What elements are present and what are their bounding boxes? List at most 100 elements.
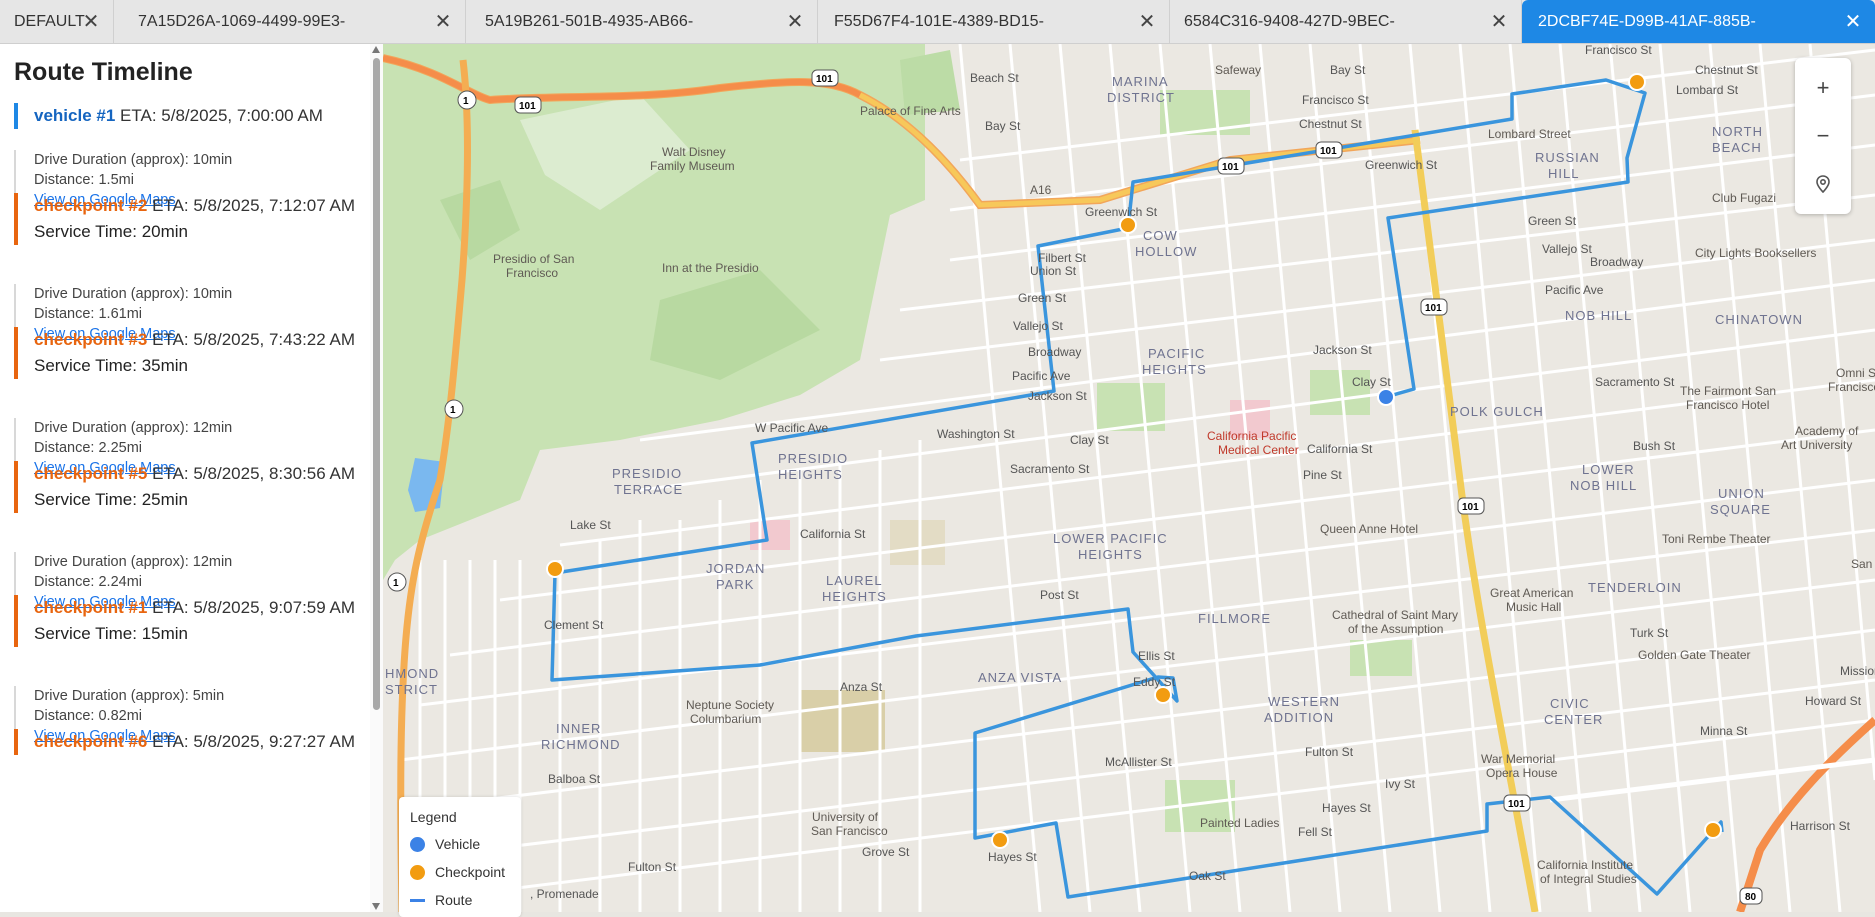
svg-text:Medical Center: Medical Center [1218,443,1299,457]
tab-label: DEFAULT [14,12,85,30]
stop-eta: ETA: 5/8/2025, 9:27:27 AM [152,732,355,751]
svg-text:Lombard Street: Lombard Street [1488,127,1571,141]
locate-button[interactable] [1795,160,1851,208]
svg-text:Music Hall: Music Hall [1506,600,1561,614]
svg-text:Francisco St: Francisco St [1585,44,1652,57]
svg-text:HEIGHTS: HEIGHTS [778,467,843,482]
tab-f55d67f4[interactable]: F55D67F4-101E-4389-BD15- ✕ [818,0,1170,43]
svg-text:101: 101 [816,74,833,85]
legend-item-route: Route [410,892,472,908]
zoom-in-button[interactable]: + [1795,64,1851,112]
stop-eta: ETA: 5/8/2025, 7:00:00 AM [120,106,323,125]
checkpoint-marker[interactable] [991,831,1009,849]
close-icon[interactable]: ✕ [431,9,455,33]
stop-eta: ETA: 5/8/2025, 9:07:59 AM [152,598,355,617]
svg-text:NORTH: NORTH [1712,124,1763,139]
svg-text:Filbert St: Filbert St [1038,251,1087,265]
svg-text:Hayes St: Hayes St [1322,801,1371,815]
scrollbar-thumb[interactable] [373,58,380,710]
scroll-down-icon[interactable] [372,903,380,910]
tab-default[interactable]: DEFAULT ✕ [0,0,114,43]
svg-text:Opera House: Opera House [1486,766,1558,780]
legend-label: Vehicle [435,836,481,852]
tab-2dcbf74e[interactable]: 2DCBF74E-D99B-41AF-885B- ✕ [1522,0,1875,43]
scroll-up-icon[interactable] [372,46,380,53]
svg-text:W Pacific Ave: W Pacific Ave [755,421,828,435]
svg-text:Safeway: Safeway [1215,63,1261,77]
leg-distance: Distance: 1.5mi [34,172,134,188]
svg-text:Walt Disney: Walt Disney [662,145,726,159]
checkpoint-marker[interactable] [546,560,564,578]
svg-text:101: 101 [1425,303,1442,314]
svg-text:Lake St: Lake St [570,518,611,532]
close-icon[interactable]: ✕ [1841,9,1865,33]
close-icon[interactable]: ✕ [79,9,103,33]
tab-label: 6584C316-9408-427D-9BEC- [1184,12,1395,30]
svg-text:Family Museum: Family Museum [650,159,735,173]
stop-eta: ETA: 5/8/2025, 8:30:56 AM [152,464,355,483]
checkpoint-marker[interactable] [1119,216,1137,234]
svg-text:Pacific Ave: Pacific Ave [1012,369,1071,383]
svg-text:Golden Gate Theater: Golden Gate Theater [1638,648,1751,662]
svg-text:Presidio of San: Presidio of San [493,252,574,266]
sidebar-scrollbar[interactable] [370,44,383,912]
svg-text:Fulton St: Fulton St [1305,745,1354,759]
svg-text:Bay St: Bay St [985,119,1021,133]
tab-5a19b261[interactable]: 5A19B261-501B-4935-AB66- ✕ [466,0,818,43]
timeline-checkpoint-stop: checkpoint #5 ETA: 5/8/2025, 8:30:56 AM … [14,461,380,513]
svg-text:PACIFIC: PACIFIC [1148,346,1205,361]
svg-text:FILLMORE: FILLMORE [1198,611,1271,626]
svg-text:Anza St: Anza St [840,680,883,694]
checkpoint-marker[interactable] [1154,686,1172,704]
tab-7a15d26a[interactable]: 7A15D26A-1069-4499-99E3- ✕ [114,0,466,43]
svg-text:Grove St: Grove St [862,845,910,859]
svg-text:Pacific Ave: Pacific Ave [1545,283,1604,297]
timeline-checkpoint-stop: checkpoint #2 ETA: 5/8/2025, 7:12:07 AM … [14,193,380,245]
close-icon[interactable]: ✕ [783,9,807,33]
checkpoint-marker[interactable] [1628,73,1646,91]
svg-text:Green St: Green St [1528,214,1577,228]
svg-text:Francisco St: Francisco St [1302,93,1369,107]
svg-text:City Lights Booksellers: City Lights Booksellers [1695,246,1816,260]
stop-kind: vehicle #1 [34,106,116,125]
svg-text:DISTRICT: DISTRICT [1107,90,1175,105]
svg-text:McAllister St: McAllister St [1105,755,1172,769]
svg-text:Palace of Fine Arts: Palace of Fine Arts [860,104,961,118]
timeline-scroll-area[interactable]: Route Timeline vehicle #1 ETA: 5/8/2025,… [0,44,370,912]
route-timeline-panel: Route Timeline vehicle #1 ETA: 5/8/2025,… [0,44,383,912]
service-time: Service Time: 15min [34,624,188,643]
svg-text:NOB HILL: NOB HILL [1570,478,1637,493]
svg-text:HEIGHTS: HEIGHTS [822,589,887,604]
leg-distance: Distance: 2.24mi [34,574,142,590]
route-map[interactable]: MARINA DISTRICT COW HOLLOW RUSSIAN HILL … [383,44,1875,912]
tab-label: F55D67F4-101E-4389-BD15- [834,12,1044,30]
svg-text:HMOND: HMOND [385,666,439,681]
leg-duration: Drive Duration (approx): 10min [34,286,233,302]
zoom-out-button[interactable]: − [1795,112,1851,160]
svg-text:Francisco Hotel: Francisco Hotel [1686,398,1769,412]
svg-text:POLK GULCH: POLK GULCH [1450,404,1544,419]
stop-kind: checkpoint #6 [34,732,148,751]
svg-text:STRICT: STRICT [385,682,438,697]
map-canvas: MARINA DISTRICT COW HOLLOW RUSSIAN HILL … [383,44,1875,912]
tab-6584c316[interactable]: 6584C316-9408-427D-9BEC- ✕ [1170,0,1522,43]
svg-text:PARK: PARK [716,577,754,592]
close-icon[interactable]: ✕ [1487,9,1511,33]
checkpoint-dot-icon [410,864,425,880]
svg-text:101: 101 [1508,799,1525,810]
tab-label: 2DCBF74E-D99B-41AF-885B- [1538,12,1756,30]
vehicle-marker[interactable] [1377,388,1395,406]
svg-text:Mission St: Mission St [1840,664,1875,678]
svg-text:Minna St: Minna St [1700,724,1748,738]
svg-text:Union St: Union St [1030,264,1077,278]
checkpoint-marker[interactable] [1704,821,1722,839]
svg-text:TERRACE: TERRACE [614,482,683,497]
legend-label: Route [435,892,473,908]
svg-text:Vallejo St: Vallejo St [1013,319,1063,333]
svg-text:Columbarium: Columbarium [690,712,761,726]
close-icon[interactable]: ✕ [1135,9,1159,33]
svg-text:80: 80 [1745,892,1757,903]
map-legend: Legend Vehicle Checkpoint Route [399,797,521,917]
svg-text:Francisco H: Francisco H [1828,380,1875,394]
svg-text:Greenwich St: Greenwich St [1365,158,1438,172]
